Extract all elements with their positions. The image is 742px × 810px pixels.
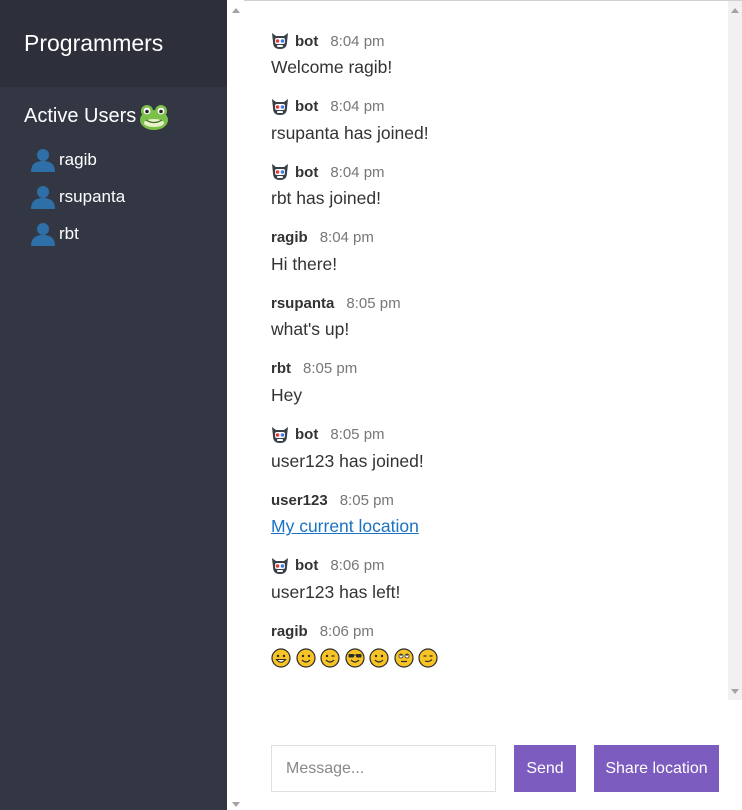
message-text: user123 has joined!	[271, 450, 424, 471]
message-meta: ragib 8:04 pm	[271, 229, 711, 247]
room-title: Programmers	[0, 0, 227, 87]
message-username: bot	[295, 426, 319, 444]
user-list-item: rbt	[30, 215, 227, 252]
slight-smile-face-emoji-icon	[369, 648, 389, 668]
message-time: 8:04 pm	[319, 229, 374, 247]
chat-messages-pane: bot 8:04 pm Welcome ragib! bot 8:04 pm rsupan…	[244, 0, 742, 700]
message-text: rsupanta has joined!	[271, 122, 429, 143]
message-time: 8:05 pm	[339, 491, 394, 509]
eye-roll-face-emoji-icon	[393, 648, 414, 668]
sunglasses-face-emoji-icon	[344, 648, 365, 668]
message-time: 8:04 pm	[330, 32, 385, 50]
user-icon	[30, 148, 56, 172]
message-text: what's up!	[271, 319, 350, 340]
message: bot 8:04 pm rbt has joined!	[271, 163, 711, 229]
message-meta: rbt 8:05 pm	[271, 360, 711, 378]
message-username: user123	[271, 491, 328, 509]
message-time: 8:05 pm	[303, 360, 358, 378]
message-username: bot	[295, 98, 319, 116]
scroll-up-arrow-icon[interactable]	[232, 8, 240, 13]
message: rsupanta 8:05 pm what's up!	[271, 294, 711, 360]
message-time: 8:05 pm	[330, 426, 385, 444]
emoji-message	[271, 648, 711, 668]
message: ragib 8:06 pm	[271, 622, 711, 688]
message-text: rbt has joined!	[271, 188, 381, 209]
messages-scrollbar[interactable]	[728, 1, 742, 700]
bot-icon	[271, 98, 289, 116]
grinning-face-emoji-icon	[271, 648, 291, 668]
message-username: rbt	[271, 360, 291, 378]
message-username: bot	[295, 557, 319, 575]
sidebar: Programmers Active Users ragib rsupanta rb…	[0, 0, 227, 810]
send-button[interactable]: Send	[514, 745, 576, 792]
message-username: bot	[295, 163, 319, 181]
message-text: Welcome ragib!	[271, 57, 393, 77]
message-time: 8:06 pm	[330, 557, 385, 575]
message: ragib 8:04 pm Hi there!	[271, 229, 711, 295]
scroll-down-arrow-icon[interactable]	[232, 802, 240, 807]
message-username: ragib	[271, 229, 308, 247]
message: bot 8:05 pm user123 has joined!	[271, 426, 711, 492]
message-meta: rsupanta 8:05 pm	[271, 294, 711, 312]
message-meta: bot 8:04 pm	[271, 98, 711, 116]
bot-icon	[271, 426, 289, 444]
message: bot 8:06 pm user123 has left!	[271, 557, 711, 623]
message-username: bot	[295, 32, 319, 50]
smirking-face-emoji-icon	[418, 648, 438, 668]
user-list-item: ragib	[30, 141, 227, 178]
message-meta: bot 8:04 pm	[271, 32, 711, 50]
message-username: ragib	[271, 622, 308, 640]
message: rbt 8:05 pm Hey	[271, 360, 711, 426]
message-input[interactable]	[271, 745, 496, 792]
user-name: rsupanta	[59, 186, 126, 206]
active-users-heading: Active Users	[0, 101, 227, 131]
message-list: bot 8:04 pm Welcome ragib! bot 8:04 pm rsupan…	[271, 32, 711, 688]
bot-icon	[271, 163, 289, 181]
scroll-down-arrow-icon[interactable]	[731, 689, 739, 694]
scroll-up-arrow-icon[interactable]	[731, 8, 739, 13]
share-location-button[interactable]: Share location	[594, 745, 719, 792]
message-text: Hey	[271, 384, 303, 405]
message-text: Hi there!	[271, 253, 338, 274]
message-time: 8:04 pm	[330, 98, 385, 116]
message-meta: bot 8:06 pm	[271, 557, 711, 575]
message-meta: user123 8:05 pm	[271, 491, 711, 509]
winking-face-emoji-icon	[320, 648, 340, 668]
message-time: 8:06 pm	[319, 622, 374, 640]
page-scrollbar[interactable]	[227, 0, 244, 810]
message-time: 8:04 pm	[330, 163, 385, 181]
bot-icon	[271, 32, 289, 50]
smiling-face-emoji-icon	[295, 648, 316, 668]
message-username: rsupanta	[271, 294, 335, 312]
user-icon	[30, 222, 56, 246]
frog-icon	[138, 101, 170, 131]
message-text: My current location	[271, 515, 711, 537]
message-composer: Send Share location	[271, 745, 719, 792]
message: bot 8:04 pm rsupanta has joined!	[271, 98, 711, 164]
message: bot 8:04 pm Welcome ragib!	[271, 32, 711, 98]
message-meta: bot 8:04 pm	[271, 163, 711, 181]
user-icon	[30, 185, 56, 209]
users-list: ragib rsupanta rbt	[0, 141, 227, 252]
message-meta: bot 8:05 pm	[271, 426, 711, 444]
bot-icon	[271, 557, 289, 575]
user-name: ragib	[59, 149, 97, 169]
message-meta: ragib 8:06 pm	[271, 622, 711, 640]
location-link[interactable]: My current location	[271, 516, 419, 536]
user-name: rbt	[59, 223, 79, 243]
message-text: user123 has left!	[271, 581, 401, 602]
message: user123 8:05 pm My current location	[271, 491, 711, 557]
active-users-label: Active Users	[24, 104, 137, 127]
message-time: 8:05 pm	[346, 294, 401, 312]
user-list-item: rsupanta	[30, 178, 227, 215]
